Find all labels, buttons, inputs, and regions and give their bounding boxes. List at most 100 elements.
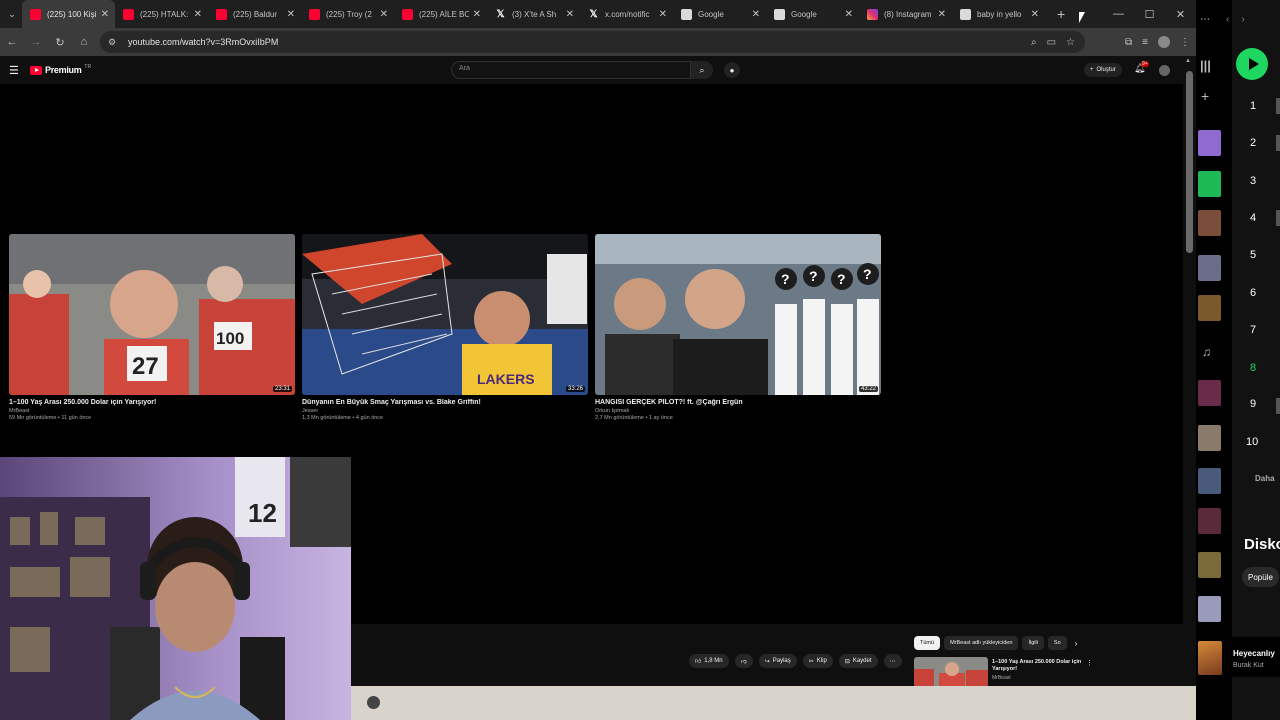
new-tab-button[interactable]: +	[1057, 6, 1065, 22]
share-button[interactable]: ↪ Paylaş	[758, 654, 797, 668]
tab-0[interactable]: (225) 100 Kişi ✕	[22, 0, 115, 28]
media-controls-icon[interactable]: ≡	[1142, 37, 1148, 48]
avatar[interactable]	[1159, 65, 1170, 76]
chip-from-uploader[interactable]: MrBeast adlı yükleyiciden	[944, 636, 1019, 650]
tab-6[interactable]: 𝕏 x.com/notific ✕	[580, 0, 673, 28]
playlist-cover[interactable]	[1198, 552, 1221, 578]
tab-10[interactable]: baby in yello ✕	[952, 0, 1045, 28]
search-input[interactable]: Ara	[451, 61, 691, 79]
like-button[interactable]: 👍︎ 1,8 Mn	[689, 654, 729, 668]
maximize-icon[interactable]: ☐	[1134, 0, 1165, 28]
microphone-icon[interactable]: ●	[724, 62, 740, 78]
close-window-icon[interactable]: ✕	[1165, 0, 1196, 28]
reload-icon[interactable]: ↻	[48, 30, 72, 54]
more-vertical-icon[interactable]: ⋮	[1086, 659, 1093, 667]
playlist-cover[interactable]	[1198, 468, 1221, 494]
video-title[interactable]: Dünyanın En Büyük Smaç Yarışması vs. Bla…	[302, 399, 588, 406]
playlist-cover[interactable]	[1198, 130, 1221, 156]
close-icon[interactable]: ✕	[566, 9, 574, 20]
playlist-cover[interactable]	[1198, 596, 1221, 622]
minimize-icon[interactable]: —	[1103, 0, 1134, 28]
search-icon[interactable]: ⌕	[691, 61, 713, 79]
save-button[interactable]: ⊟ Kaydet	[838, 654, 878, 668]
video-thumbnail[interactable]	[914, 657, 988, 687]
video-title[interactable]: 1–100 Yaş Arası 250.000 Dolar için Yarış…	[9, 399, 295, 406]
close-icon[interactable]: ✕	[752, 9, 760, 20]
tab-7[interactable]: Google ✕	[673, 0, 766, 28]
playlist-cover[interactable]	[1198, 508, 1221, 534]
now-playing-cover[interactable]	[1198, 641, 1222, 675]
video-channel[interactable]: Orkun Işıtmak	[595, 408, 881, 414]
video-title[interactable]: 1–100 Yaş Arası 250.000 Dolar için Yarış…	[992, 659, 1084, 673]
tab-search-icon[interactable]: ⌄	[2, 4, 22, 24]
youtube-logo[interactable]: Premium TR	[30, 64, 91, 75]
playlist-cover[interactable]	[1198, 255, 1221, 281]
library-icon[interactable]: |||	[1200, 58, 1211, 73]
cast-icon[interactable]: ▭	[1047, 37, 1056, 48]
tab-2[interactable]: (225) Baldur ✕	[208, 0, 301, 28]
extensions-icon[interactable]: ⧉	[1125, 37, 1132, 48]
zoom-icon[interactable]: ⌕	[1031, 37, 1037, 48]
profile-avatar[interactable]	[1158, 36, 1170, 48]
playlist-cover[interactable]	[1198, 425, 1221, 451]
video-thumbnail[interactable]: 27 100 23:31	[9, 234, 295, 395]
playlist-cover[interactable]	[1198, 210, 1221, 236]
chevron-left-icon[interactable]: ‹	[1226, 14, 1229, 25]
chevron-right-icon[interactable]: ›	[1241, 14, 1244, 25]
plus-icon[interactable]: +	[1201, 88, 1209, 104]
video-thumbnail[interactable]: ?? ?? 43:22	[595, 234, 881, 395]
tab-1[interactable]: (225) HTALK: ✕	[115, 0, 208, 28]
close-icon[interactable]: ✕	[845, 9, 853, 20]
tab-5[interactable]: 𝕏 (3) X'te A Sh ✕	[487, 0, 580, 28]
filter-chip[interactable]: Popüle	[1242, 567, 1279, 587]
playlist-cover[interactable]	[1198, 380, 1221, 406]
now-playing-title[interactable]: Heyecanlıy	[1233, 649, 1275, 658]
tab-9[interactable]: (8) Instagram ✕	[859, 0, 952, 28]
tab-4[interactable]: (225) AİLE BO ✕	[394, 0, 487, 28]
close-icon[interactable]: ✕	[659, 9, 667, 20]
tab-3[interactable]: (225) Troy (2 ✕	[301, 0, 394, 28]
menu-dots-icon[interactable]: ⋮	[1180, 37, 1190, 48]
close-icon[interactable]: ✕	[380, 9, 388, 20]
dislike-button[interactable]: 👎︎	[734, 654, 753, 668]
scrollbar-thumb[interactable]	[1186, 71, 1193, 253]
close-icon[interactable]: ✕	[938, 9, 946, 20]
back-icon[interactable]: ←	[0, 30, 24, 54]
show-more-link[interactable]: Daha	[1255, 474, 1275, 483]
now-playing-artist[interactable]: Burak Kut	[1233, 662, 1264, 669]
close-icon[interactable]: ✕	[1031, 9, 1039, 20]
video-channel[interactable]: Jesser	[302, 408, 588, 414]
recommended-video[interactable]: 1–100 Yaş Arası 250.000 Dolar için Yarış…	[914, 657, 1094, 687]
home-icon[interactable]: ⌂	[72, 30, 96, 54]
playlist-cover[interactable]	[1198, 171, 1221, 197]
page-scrollbar[interactable]: ▲ ▼	[1183, 56, 1196, 720]
chip-more[interactable]: So	[1047, 636, 1067, 650]
circle-icon[interactable]	[367, 696, 380, 709]
chip-all[interactable]: Tümü	[914, 636, 941, 650]
close-icon[interactable]: ✕	[101, 9, 109, 20]
create-button[interactable]: + Oluştur	[1084, 63, 1122, 77]
endscreen-video-card[interactable]: LAKERS 33:26 Dünyanın En Büyük Smaç Yarı…	[302, 234, 588, 421]
video-thumbnail[interactable]: LAKERS 33:26	[302, 234, 588, 395]
close-icon[interactable]: ✕	[287, 9, 295, 20]
more-actions-button[interactable]: ⋯	[883, 654, 902, 668]
chip-related[interactable]: İlgili	[1022, 636, 1044, 650]
forward-icon[interactable]: →	[24, 30, 48, 54]
video-channel[interactable]: MrBeast	[9, 408, 295, 414]
music-note-icon[interactable]: ♫	[1202, 345, 1211, 359]
video-channel[interactable]: MrBeast	[992, 675, 1011, 681]
playlist-cover[interactable]	[1198, 295, 1221, 321]
endscreen-video-card[interactable]: 27 100 23:31 1–100 Yaş Arası 250.000 Dol…	[9, 234, 295, 421]
clip-button[interactable]: ✂ Klip	[802, 654, 833, 668]
address-bar[interactable]: ⚙ youtube.com/watch?v=3RmOvxiIbPM ⌕ ▭ ☆	[100, 31, 1085, 53]
tab-8[interactable]: Google ✕	[766, 0, 859, 28]
scroll-up-icon[interactable]: ▲	[1185, 58, 1191, 64]
video-title[interactable]: HANGİSİ GERÇEK PİLOT?! ft. @Çağrı Ergün	[595, 399, 881, 406]
bookmark-star-icon[interactable]: ☆	[1066, 37, 1075, 48]
close-icon[interactable]: ✕	[473, 9, 481, 20]
site-info-icon[interactable]: ⚙	[108, 37, 122, 48]
menu-icon[interactable]: ☰	[9, 64, 19, 77]
endscreen-video-card[interactable]: ?? ?? 43:22 HANGİSİ GERÇEK PİLOT?! ft. @…	[595, 234, 881, 421]
close-icon[interactable]: ✕	[194, 9, 202, 20]
play-button[interactable]	[1236, 48, 1268, 80]
